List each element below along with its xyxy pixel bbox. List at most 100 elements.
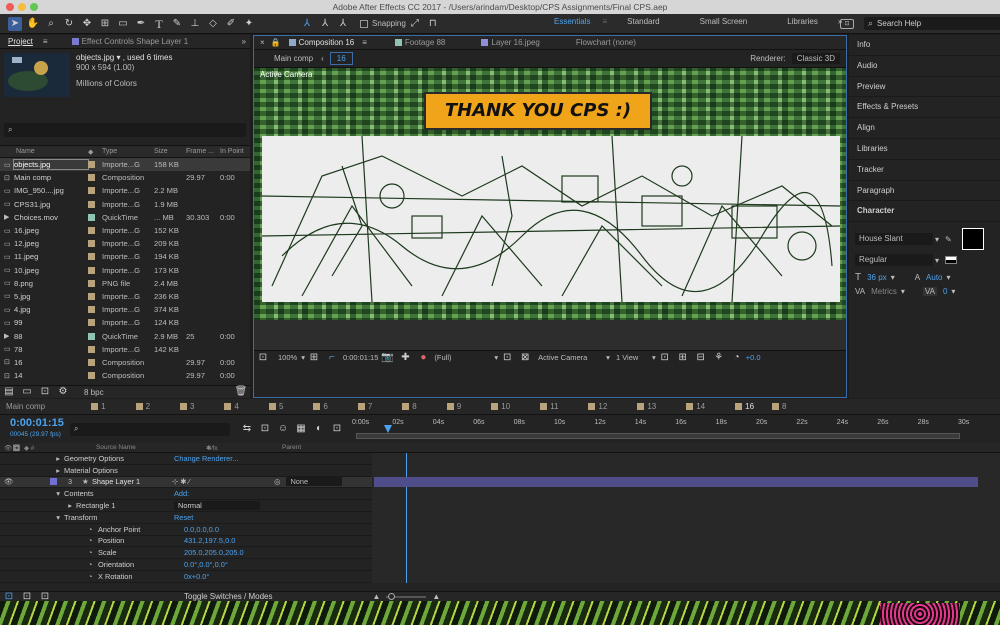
- safe-zones-icon[interactable]: ⊞: [307, 351, 321, 365]
- timeline-tab[interactable]: 8: [766, 400, 792, 414]
- interpret-footage-icon[interactable]: ▤: [2, 385, 16, 399]
- label-color-swatch[interactable]: [88, 306, 95, 314]
- orbit-tool-icon[interactable]: ✥: [80, 17, 94, 31]
- project-item[interactable]: ▭ 12.jpeg Importe...G 209 KB: [0, 237, 250, 250]
- label-color-swatch[interactable]: [88, 253, 95, 261]
- col-frame[interactable]: Frame ...: [186, 148, 220, 155]
- pan-behind-tool-icon[interactable]: ⊞: [98, 17, 112, 31]
- brush-tool-icon[interactable]: ✎: [170, 17, 184, 31]
- always-preview-icon[interactable]: ⊡: [256, 351, 270, 365]
- property-value[interactable]: Normal: [174, 501, 260, 511]
- comp-menu-icon[interactable]: ≡: [362, 38, 367, 47]
- timeline-tab[interactable]: 2: [130, 400, 174, 414]
- pen-tool-icon[interactable]: ✒: [134, 17, 148, 31]
- timeline-tab[interactable]: 10: [485, 400, 534, 414]
- project-item[interactable]: ⊡ 14 Composition 29.97 0:00: [0, 369, 250, 382]
- selection-tool-icon[interactable]: ➤: [8, 16, 22, 31]
- panel-info[interactable]: Info: [849, 35, 1000, 56]
- tab-flowchart[interactable]: Flowchart (none): [568, 36, 644, 50]
- property-row[interactable]: ▸ Geometry Options Change Renderer...: [0, 453, 372, 465]
- label-color-swatch[interactable]: [88, 279, 95, 287]
- leading-value[interactable]: Auto: [926, 273, 942, 282]
- panel-libraries[interactable]: Libraries: [849, 139, 1000, 160]
- timeline-tab[interactable]: 6: [307, 400, 351, 414]
- tracking-value[interactable]: 0: [943, 287, 947, 296]
- project-item[interactable]: ▭ 4.jpg Importe...G 374 KB: [0, 303, 250, 316]
- eye-icon[interactable]: 👁: [0, 477, 24, 486]
- project-item[interactable]: ▶ Choices.mov QuickTime ... MB 30.303 0:00: [0, 211, 250, 224]
- property-value[interactable]: 431.2,197.5,0.0: [184, 536, 235, 545]
- type-tool-icon[interactable]: T: [152, 17, 166, 31]
- project-item[interactable]: ▭ objects.jpg Importe...G 158 KB: [0, 158, 250, 172]
- timeline-tab[interactable]: 1: [85, 400, 129, 414]
- label-color-swatch[interactable]: [88, 266, 95, 274]
- property-row[interactable]: ▸ Material Options: [0, 465, 372, 477]
- property-row[interactable]: ◔ Position 431.2,197.5,0.0: [0, 536, 372, 548]
- breadcrumb-main-comp[interactable]: Main comp: [274, 54, 313, 63]
- twirl-icon[interactable]: ▸: [0, 454, 64, 463]
- label-color-swatch[interactable]: [88, 161, 95, 169]
- snapping-checkbox[interactable]: [360, 19, 368, 28]
- layer-label-swatch[interactable]: [50, 478, 57, 486]
- label-color-swatch[interactable]: [88, 372, 95, 380]
- bpc-label[interactable]: 8 bpc: [84, 388, 104, 397]
- property-row[interactable]: ▾ Transform Reset: [0, 512, 372, 524]
- project-item[interactable]: ▭ 5.jpg Importe...G 236 KB: [0, 290, 250, 303]
- project-item[interactable]: ▭ 11.jpeg Importe...G 194 KB: [0, 250, 250, 263]
- tab-footage-88[interactable]: Footage 88: [387, 36, 453, 50]
- layer-row[interactable]: 👁 3 ★ Shape Layer 1 ⊹ ✱ ⁄ ◎ None: [0, 476, 372, 489]
- property-value[interactable]: 205.0,205.0,205.0: [184, 548, 244, 557]
- tab-effect-controls[interactable]: Effect Controls Shape Layer 1: [82, 37, 189, 46]
- twirl-icon[interactable]: ▸: [0, 466, 64, 475]
- project-item[interactable]: ▶ 88 QuickTime 2.9 MB 25 0:00: [0, 329, 250, 342]
- layer-name[interactable]: Shape Layer 1: [92, 477, 172, 486]
- eraser-tool-icon[interactable]: ◇: [206, 17, 220, 31]
- kerning-value[interactable]: Metrics: [871, 287, 897, 296]
- property-value[interactable]: Reset: [174, 513, 193, 522]
- zoom-out-mountains-icon[interactable]: ▲: [373, 592, 381, 601]
- rectangle-tool-icon[interactable]: ▭: [116, 17, 130, 31]
- timeline-tab[interactable]: 11: [534, 400, 582, 414]
- lock-icon[interactable]: 🔒: [271, 38, 281, 47]
- timeline-tab[interactable]: 16: [729, 400, 766, 414]
- label-color-swatch[interactable]: [88, 174, 95, 182]
- property-row[interactable]: ◔ Scale 205.0,205.0,205.0: [0, 547, 372, 560]
- font-style-dropdown[interactable]: Regular: [855, 254, 933, 267]
- panel-effects-presets[interactable]: Effects & Presets: [849, 97, 1000, 119]
- draft-3d-icon[interactable]: ⊡: [258, 422, 272, 436]
- work-area-bar[interactable]: [356, 433, 960, 439]
- transparency-grid-icon[interactable]: ⊠: [518, 351, 532, 365]
- col-parent[interactable]: Parent: [236, 444, 301, 451]
- close-tab-icon[interactable]: ×: [260, 38, 265, 47]
- property-row[interactable]: ▾ Contents Add:: [0, 488, 372, 501]
- exposure-value[interactable]: +0.0: [746, 353, 761, 362]
- col-inpoint[interactable]: In Point: [220, 148, 250, 155]
- minimize-window-button[interactable]: [18, 3, 26, 11]
- local-axis-icon[interactable]: ⅄: [300, 17, 314, 31]
- rotation-tool-icon[interactable]: ↻: [62, 17, 76, 31]
- twirl-icon[interactable]: ▾: [0, 513, 64, 522]
- label-color-swatch[interactable]: [88, 200, 95, 208]
- hide-shy-layers-icon[interactable]: ☺: [276, 422, 290, 436]
- tab-project[interactable]: Project: [0, 35, 41, 49]
- stopwatch-icon[interactable]: ◔: [88, 536, 98, 545]
- current-time-display[interactable]: 0:00:01:15: [343, 353, 378, 362]
- timeline-tab[interactable]: 3: [174, 400, 218, 414]
- comp-mini-flowchart-icon[interactable]: ⇆: [240, 422, 254, 436]
- twirl-icon[interactable]: ▸: [0, 501, 76, 510]
- timeline-icon[interactable]: ⊟: [694, 351, 708, 365]
- property-row[interactable]: ▸ Rectangle 1 Normal: [0, 500, 372, 512]
- timeline-tab[interactable]: 7: [352, 400, 396, 414]
- motion-blur-icon[interactable]: ◐: [312, 422, 326, 436]
- parent-spiral-icon[interactable]: ◎: [264, 477, 280, 486]
- font-family-dropdown[interactable]: House Slant: [855, 233, 933, 246]
- view-camera-dropdown[interactable]: Active Camera: [538, 353, 606, 362]
- col-name[interactable]: Name: [0, 148, 88, 155]
- toggle-pixel-aspect-icon[interactable]: ⊡: [658, 351, 672, 365]
- zoom-dropdown[interactable]: 100%: [274, 353, 301, 362]
- tab-layer-16[interactable]: Layer 16.jpeg: [473, 36, 547, 50]
- workspace-essentials[interactable]: Essentials: [548, 17, 596, 26]
- project-item[interactable]: ⊡ 16 Composition 29.97 0:00: [0, 356, 250, 369]
- show-channel-icon[interactable]: ✚: [398, 351, 412, 365]
- panel-more-icon[interactable]: »: [242, 37, 246, 46]
